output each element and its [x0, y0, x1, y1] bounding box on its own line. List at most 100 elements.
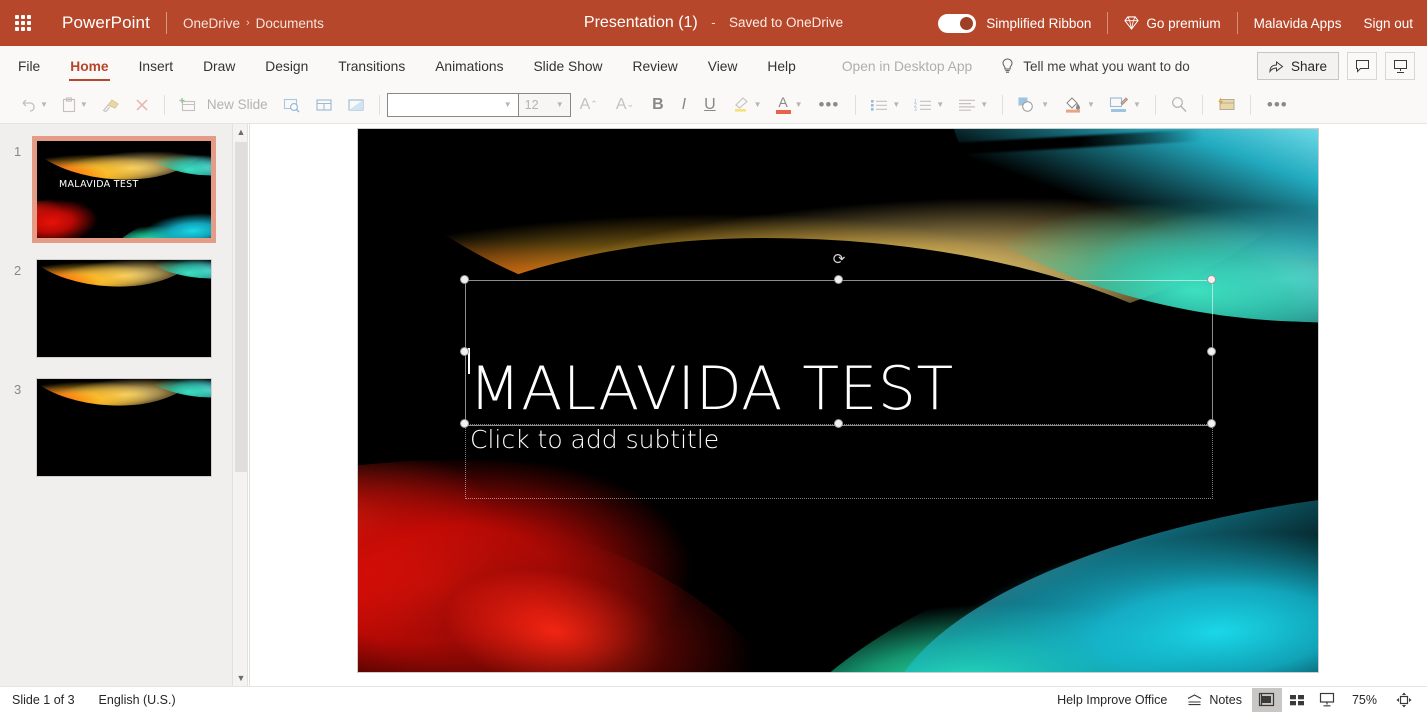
- present-button[interactable]: [1385, 52, 1415, 80]
- font-size-input[interactable]: 12 ▼: [518, 92, 571, 117]
- thumbnail-scrollbar[interactable]: ▲ ▼: [232, 124, 248, 686]
- tab-design[interactable]: Design: [250, 46, 323, 86]
- tab-file[interactable]: File: [0, 46, 55, 86]
- go-premium-button[interactable]: Go premium: [1124, 16, 1221, 31]
- tab-insert[interactable]: Insert: [124, 46, 189, 86]
- share-button[interactable]: Share: [1256, 52, 1339, 80]
- chevron-down-icon[interactable]: ▼: [504, 100, 512, 109]
- shrink-font-button[interactable]: A ⌄: [607, 90, 643, 120]
- help-improve-office-button[interactable]: Help Improve Office: [1047, 688, 1177, 712]
- scroll-down-icon[interactable]: ▼: [233, 670, 249, 686]
- reset-button[interactable]: [340, 90, 372, 120]
- breadcrumb-folder[interactable]: Documents: [256, 16, 324, 31]
- resize-handle-s[interactable]: [834, 419, 843, 428]
- highlight-button[interactable]: ▼: [725, 90, 769, 120]
- tab-animations[interactable]: Animations: [420, 46, 518, 86]
- find-button[interactable]: [1163, 90, 1195, 120]
- align-button[interactable]: ▼: [951, 90, 995, 120]
- chevron-down-icon[interactable]: ▼: [1041, 100, 1049, 109]
- tell-me-search[interactable]: Tell me what you want to do: [987, 46, 1204, 86]
- document-title[interactable]: Presentation (1): [584, 14, 698, 31]
- slide-thumbnail-3[interactable]: [36, 378, 212, 477]
- reading-view-button[interactable]: [1312, 688, 1342, 712]
- chevron-down-icon[interactable]: ▼: [1133, 100, 1141, 109]
- italic-button[interactable]: I: [673, 90, 695, 120]
- slide-title-text[interactable]: MALAVIDA TEST: [469, 359, 954, 419]
- tab-help[interactable]: Help: [752, 46, 810, 86]
- resize-handle-nw[interactable]: [460, 275, 469, 284]
- shape-fill-button[interactable]: ▼: [1056, 90, 1102, 120]
- bold-button[interactable]: B: [643, 90, 673, 120]
- numbering-icon: 1 2 3: [914, 99, 932, 113]
- normal-view-button[interactable]: [1251, 687, 1282, 712]
- slide-editor[interactable]: Click to add subtitle MALAVIDA TEST ⟳: [357, 128, 1319, 673]
- shapes-button[interactable]: ▼: [1010, 90, 1056, 120]
- underline-button[interactable]: U: [695, 90, 725, 120]
- account-name[interactable]: Malavida Apps: [1254, 16, 1342, 31]
- slide-bg-bottom-red-2: [358, 495, 901, 672]
- resize-handle-w[interactable]: [460, 347, 469, 356]
- numbering-button[interactable]: 1 2 3 ▼: [907, 90, 951, 120]
- open-in-desktop-app-button[interactable]: Open in Desktop App: [827, 46, 987, 86]
- tab-transitions[interactable]: Transitions: [323, 46, 420, 86]
- resize-handle-sw[interactable]: [460, 419, 469, 428]
- tab-home[interactable]: Home: [55, 46, 123, 86]
- tab-slide-show[interactable]: Slide Show: [518, 46, 617, 86]
- bullets-button[interactable]: ▼: [863, 90, 907, 120]
- paste-button[interactable]: ▼: [55, 90, 95, 120]
- new-slide-button[interactable]: [172, 90, 203, 120]
- diamond-icon: [1124, 16, 1140, 30]
- app-name[interactable]: PowerPoint: [62, 13, 150, 33]
- slide-preview-button[interactable]: [276, 90, 308, 120]
- format-painter-button[interactable]: [95, 90, 127, 120]
- chevron-down-icon[interactable]: ▼: [795, 100, 803, 109]
- chevron-down-icon[interactable]: ▼: [892, 100, 900, 109]
- chevron-down-icon[interactable]: ▼: [980, 100, 988, 109]
- divider: [1201, 94, 1203, 115]
- app-launcher-icon[interactable]: [0, 0, 46, 46]
- zoom-level[interactable]: 75%: [1342, 693, 1389, 707]
- breadcrumb-root[interactable]: OneDrive: [183, 16, 240, 31]
- delete-button[interactable]: [127, 90, 157, 120]
- sign-out-button[interactable]: Sign out: [1363, 16, 1413, 31]
- chevron-down-icon[interactable]: ▼: [754, 100, 762, 109]
- resize-handle-e[interactable]: [1207, 347, 1216, 356]
- font-name-input[interactable]: ▼: [386, 92, 519, 117]
- designer-button[interactable]: [1210, 90, 1243, 120]
- subtitle-placeholder-text[interactable]: Click to add subtitle: [470, 425, 719, 454]
- simplified-ribbon-toggle[interactable]: Simplified Ribbon: [938, 13, 1091, 33]
- chevron-down-icon[interactable]: ▼: [936, 100, 944, 109]
- slide-thumbnail-1[interactable]: MALAVIDA TEST: [32, 136, 216, 243]
- grow-font-button[interactable]: A ⌃: [571, 90, 607, 120]
- toolbar-overflow-button[interactable]: •••: [1258, 95, 1297, 115]
- tab-draw[interactable]: Draw: [188, 46, 250, 86]
- chevron-down-icon[interactable]: ▼: [556, 100, 564, 109]
- comments-button[interactable]: [1347, 52, 1377, 80]
- new-slide-label[interactable]: New Slide: [203, 90, 276, 120]
- chevron-down-icon[interactable]: ▼: [40, 100, 48, 109]
- tab-review[interactable]: Review: [618, 46, 693, 86]
- tab-view[interactable]: View: [693, 46, 753, 86]
- scroll-up-icon[interactable]: ▲: [233, 124, 249, 140]
- scrollbar-thumb[interactable]: [235, 142, 247, 472]
- resize-handle-n[interactable]: [834, 275, 843, 284]
- resize-handle-ne[interactable]: [1207, 275, 1216, 284]
- layout-button[interactable]: [308, 90, 340, 120]
- notes-button[interactable]: Notes: [1177, 688, 1252, 712]
- title-bar: PowerPoint OneDrive › Documents Presenta…: [0, 0, 1427, 46]
- rotate-handle[interactable]: ⟳: [832, 252, 846, 267]
- font-color-button[interactable]: A ▼: [769, 90, 810, 120]
- slide-thumbnail-2[interactable]: [36, 259, 212, 358]
- shape-outline-button[interactable]: ▼: [1102, 90, 1148, 120]
- chevron-down-icon[interactable]: ▼: [1087, 100, 1095, 109]
- toggle-switch[interactable]: [938, 13, 977, 33]
- chevron-right-icon: ›: [245, 17, 250, 29]
- language-indicator[interactable]: English (U.S.): [99, 693, 176, 707]
- share-label: Share: [1290, 58, 1327, 74]
- fit-to-window-button[interactable]: [1389, 688, 1419, 712]
- chevron-down-icon[interactable]: ▼: [80, 100, 88, 109]
- more-font-options-button[interactable]: •••: [809, 95, 848, 115]
- undo-button[interactable]: ▼: [12, 90, 55, 120]
- resize-handle-se[interactable]: [1207, 419, 1216, 428]
- slide-sorter-button[interactable]: [1282, 688, 1312, 712]
